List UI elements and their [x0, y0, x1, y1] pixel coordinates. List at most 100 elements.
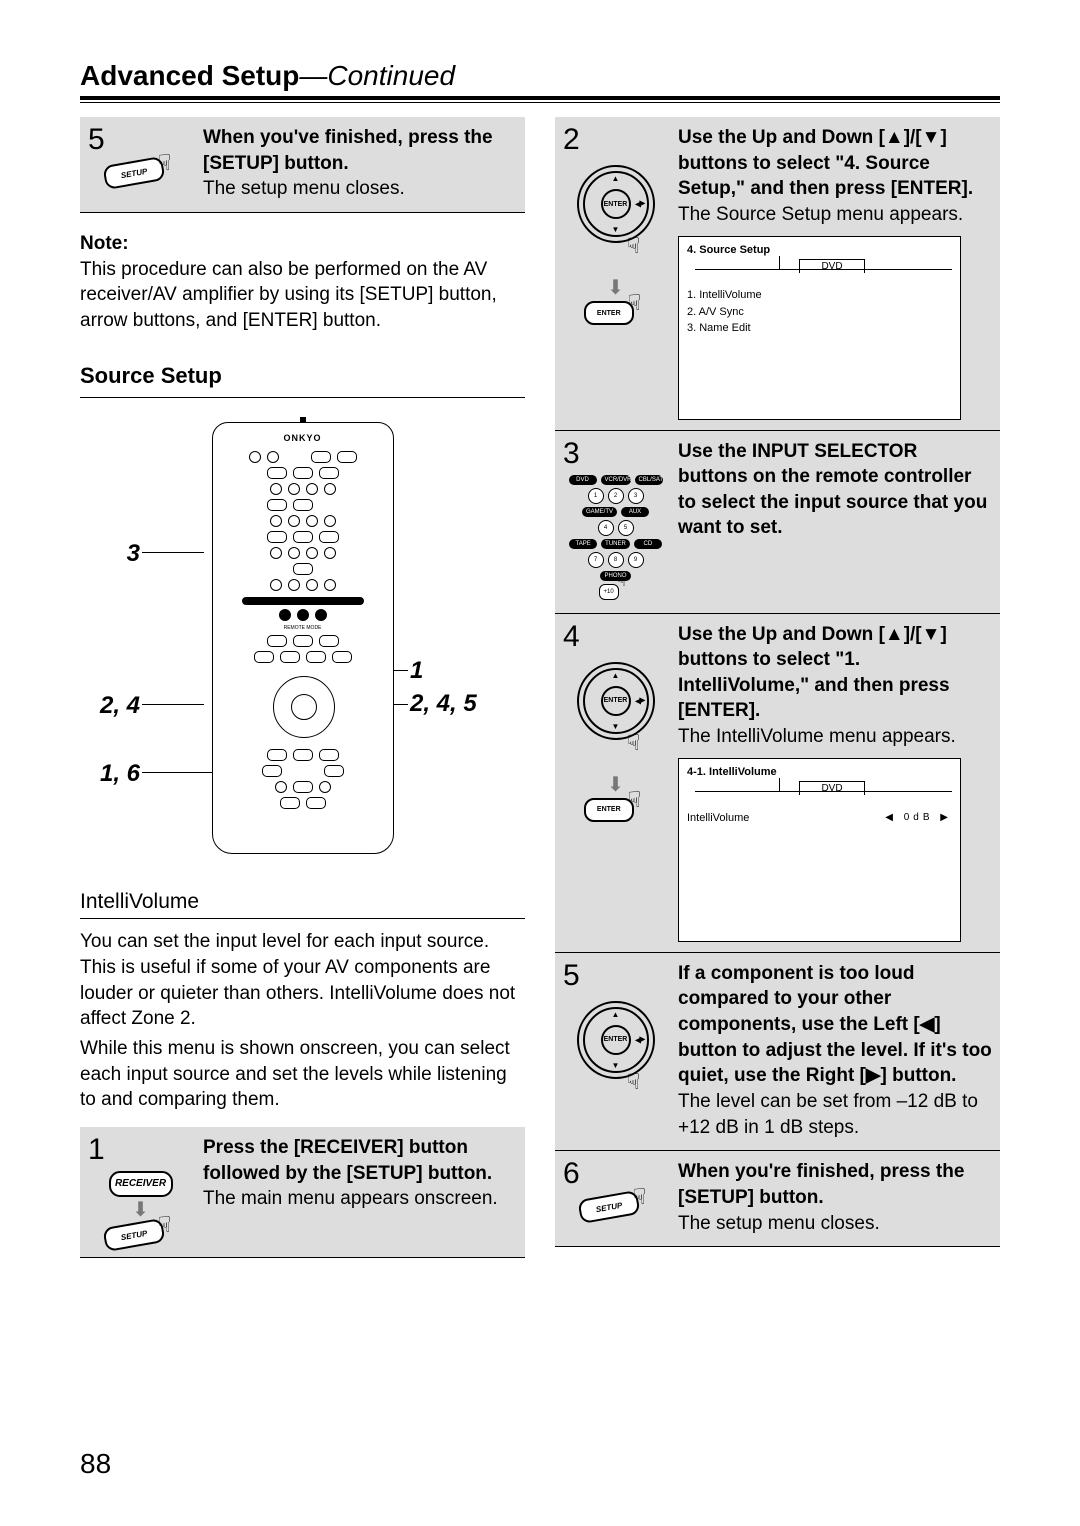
- page-header: Advanced Setup—Continued: [80, 60, 1000, 92]
- step-number: 4: [563, 622, 580, 652]
- osd-items: 1. IntelliVolume 2. A/V Sync 3. Name Edi…: [687, 287, 952, 337]
- left-step1-figure: 1 RECEIVER ⬇ SETUP ☟: [88, 1135, 193, 1247]
- section-rule: [80, 397, 525, 398]
- note-body: This procedure can also be performed on …: [80, 259, 497, 331]
- right-step4-text: Use the Up and Down [▲]/[▼] buttons to s…: [678, 622, 992, 942]
- osd-item: 3. Name Edit: [687, 320, 952, 337]
- page-number: 88: [80, 1448, 111, 1480]
- step-number: 2: [563, 125, 580, 155]
- right-step3: 3 DVDVCR/DVRCBL/SAT 123 GAME/TVAUX 45 TA…: [555, 431, 1000, 614]
- note-label: Note:: [80, 233, 129, 254]
- enter-button-icon: ENTER: [584, 301, 634, 325]
- note-block: Note: This procedure can also be perform…: [80, 231, 525, 334]
- osd-tab: DVD: [799, 781, 865, 796]
- right-step6-body: The setup menu closes.: [678, 1213, 880, 1234]
- right-step3-text: Use the INPUT SELECTOR buttons on the re…: [678, 439, 992, 542]
- left-step5-body: The setup menu closes.: [203, 178, 405, 199]
- hand-icon: ☟: [633, 1186, 646, 1208]
- hand-icon: ☟: [627, 1071, 640, 1093]
- remote-control-icon: ONKYO REMOTE MODE: [212, 422, 394, 854]
- callout-3: 3: [80, 540, 140, 568]
- step-number: 1: [88, 1135, 105, 1165]
- callout-16: 1, 6: [80, 760, 140, 788]
- right-step6-text: When you're finished, press the [SETUP] …: [678, 1159, 992, 1236]
- hand-icon: ☟: [617, 574, 627, 590]
- left-column: 5 SETUP ☟ When you've finished, press th…: [80, 117, 525, 1258]
- remote-buttons: REMOTE MODE: [223, 451, 383, 843]
- right-step2-text: Use the Up and Down [▲]/[▼] buttons to s…: [678, 125, 992, 420]
- osd-row-label: IntelliVolume: [687, 810, 749, 827]
- hand-icon: ☟: [627, 732, 640, 754]
- down-arrow-icon: ⬇: [132, 1203, 149, 1217]
- right-step5: 5 ENTER ▲▼◀▶ ☟ If a component is too lou…: [555, 953, 1000, 1151]
- remote-navpad-icon: [253, 671, 353, 741]
- section-title: Source Setup: [80, 363, 525, 389]
- osd-intellivolume: 4-1. IntelliVolume DVD IntelliVolume ◀ 0…: [678, 758, 961, 942]
- left-step5-bold: When you've finished, press the [SETUP] …: [203, 125, 517, 176]
- osd-source-setup: 4. Source Setup DVD 1. IntelliVolume 2. …: [678, 236, 961, 420]
- right-step6: 6 SETUP ☟ When you're finished, press th…: [555, 1151, 1000, 1247]
- step-number: 3: [563, 439, 580, 469]
- enter-button-icon: ENTER: [584, 798, 634, 822]
- right-step4-bold: Use the Up and Down [▲]/[▼] buttons to s…: [678, 622, 992, 725]
- right-step2-body: The Source Setup menu appears.: [678, 204, 963, 225]
- right-column: 2 ENTER ▲▼◀▶ ☟ ⬇ ENTER ☟ Use the Up and …: [555, 117, 1000, 1258]
- osd-tab: DVD: [799, 259, 865, 274]
- right-step6-figure: 6 SETUP ☟: [563, 1159, 668, 1219]
- intellivolume-body1: You can set the input level for each inp…: [80, 929, 525, 1032]
- callout-24: 2, 4: [80, 692, 140, 720]
- right-step3-figure: 3 DVDVCR/DVRCBL/SAT 123 GAME/TVAUX 45 TA…: [563, 439, 668, 603]
- right-step4-figure: 4 ENTER ▲▼◀▶ ☟ ⬇ ENTER ☟: [563, 622, 668, 822]
- right-step5-text: If a component is too loud compared to y…: [678, 961, 992, 1140]
- right-step4-body: The IntelliVolume menu appears.: [678, 726, 956, 747]
- intellivolume-heading: IntelliVolume: [80, 890, 525, 914]
- navpad-icon: ENTER ▲▼◀▶: [577, 1001, 655, 1079]
- callout-line: [142, 704, 204, 705]
- setup-button-icon: SETUP: [102, 1218, 165, 1252]
- header-rule-thin: [80, 102, 1000, 103]
- callout-1: 1: [410, 657, 423, 685]
- hand-icon: ☟: [628, 292, 641, 314]
- right-step2: 2 ENTER ▲▼◀▶ ☟ ⬇ ENTER ☟ Use the Up and …: [555, 117, 1000, 431]
- navpad-icon: ENTER ▲▼◀▶: [577, 662, 655, 740]
- osd-row-value: ◀ 0dB ▶: [885, 810, 952, 825]
- intellivolume-rule: [80, 918, 525, 919]
- right-step3-bold: Use the INPUT SELECTOR buttons on the re…: [678, 439, 992, 542]
- left-step5-text: When you've finished, press the [SETUP] …: [203, 125, 517, 202]
- callout-245: 2, 4, 5: [410, 690, 477, 718]
- osd-item: 1. IntelliVolume: [687, 287, 952, 304]
- right-step2-figure: 2 ENTER ▲▼◀▶ ☟ ⬇ ENTER ☟: [563, 125, 668, 325]
- navpad-icon: ENTER ▲▼◀▶: [577, 165, 655, 243]
- hand-icon: ☟: [628, 789, 641, 811]
- right-step5-figure: 5 ENTER ▲▼◀▶ ☟: [563, 961, 668, 1111]
- header-rule-thick: [80, 96, 1000, 100]
- left-step1-bold: Press the [RECEIVER] button followed by …: [203, 1135, 517, 1186]
- step-number: 6: [563, 1159, 580, 1189]
- right-step4: 4 ENTER ▲▼◀▶ ☟ ⬇ ENTER ☟ Use the Up and …: [555, 614, 1000, 953]
- header-title: Advanced Setup: [80, 60, 299, 91]
- right-step2-bold: Use the Up and Down [▲]/[▼] buttons to s…: [678, 125, 992, 202]
- left-step1: 1 RECEIVER ⬇ SETUP ☟ Press the [RECEIVER…: [80, 1127, 525, 1258]
- right-step5-body: The level can be set from –12 dB to +12 …: [678, 1091, 978, 1138]
- step-number: 5: [563, 961, 580, 991]
- receiver-button-icon: RECEIVER: [109, 1171, 173, 1197]
- remote-figure: 3 2, 4 1, 6 1 2, 4, 5 ONKYO: [80, 412, 525, 882]
- intellivolume-body2: While this menu is shown onscreen, you c…: [80, 1036, 525, 1113]
- remote-brand: ONKYO: [213, 433, 393, 443]
- header-subtitle: —Continued: [299, 60, 455, 91]
- right-step5-bold: If a component is too loud compared to y…: [678, 961, 992, 1089]
- down-arrow-icon: ⬇: [607, 778, 624, 792]
- left-step5: 5 SETUP ☟ When you've finished, press th…: [80, 117, 525, 213]
- hand-icon: ☟: [158, 1214, 171, 1236]
- hand-icon: ☟: [158, 152, 171, 174]
- setup-button-icon: SETUP: [102, 156, 165, 190]
- osd-title: 4-1. IntelliVolume: [687, 765, 952, 780]
- left-step1-text: Press the [RECEIVER] button followed by …: [203, 1135, 517, 1212]
- osd-row: IntelliVolume ◀ 0dB ▶: [687, 810, 952, 827]
- right-step6-bold: When you're finished, press the [SETUP] …: [678, 1159, 992, 1210]
- left-step5-figure: 5 SETUP ☟: [88, 125, 193, 185]
- left-step1-body: The main menu appears onscreen.: [203, 1188, 498, 1209]
- content-columns: 5 SETUP ☟ When you've finished, press th…: [80, 117, 1000, 1258]
- hand-icon: ☟: [627, 235, 640, 257]
- down-arrow-icon: ⬇: [607, 281, 624, 295]
